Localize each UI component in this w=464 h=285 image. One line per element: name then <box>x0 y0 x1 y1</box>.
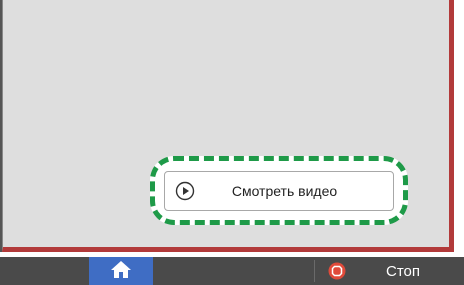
home-icon <box>110 259 132 284</box>
stop-label: Стоп <box>386 262 420 280</box>
play-circle-icon <box>174 180 196 202</box>
bottom-bar: Стоп <box>0 257 464 285</box>
screen: Смотреть видео Стоп <box>0 0 464 285</box>
watch-video-label: Смотреть видео <box>231 183 338 199</box>
stop-icon <box>328 262 346 280</box>
home-button[interactable] <box>89 257 153 285</box>
stop-button[interactable]: Стоп <box>322 257 464 285</box>
bar-divider <box>314 260 315 282</box>
watch-video-button[interactable]: Смотреть видео <box>164 171 394 211</box>
